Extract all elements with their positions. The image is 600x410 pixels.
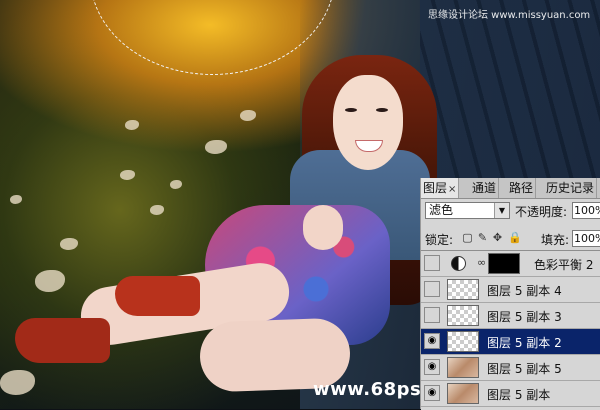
red-shoe: [115, 276, 200, 316]
marquee-selection[interactable]: [90, 0, 335, 75]
layer-row[interactable]: ◉ 图层 5 副本 5: [421, 355, 600, 381]
leaf: [150, 205, 164, 215]
leaf: [10, 195, 22, 204]
opacity-input[interactable]: 100%: [572, 202, 600, 219]
layer-row[interactable]: 图层 5 副本 3: [421, 303, 600, 329]
lock-label: 锁定:: [425, 233, 454, 247]
layer-mask-thumbnail[interactable]: [488, 253, 520, 274]
leaf: [0, 370, 35, 395]
adjustment-layer-icon: [451, 256, 466, 271]
layer-thumbnail: [447, 383, 479, 404]
visibility-toggle[interactable]: ◉: [424, 333, 440, 349]
lock-row: 锁定: ▢ ✎ ✥ 🔒 填充: 100%: [421, 228, 600, 248]
panel-tabs: 图层× 通道 路径 历史记录: [421, 178, 600, 199]
visibility-toggle[interactable]: [424, 281, 440, 297]
tab-paths[interactable]: 路径: [507, 178, 537, 198]
layers-panel: 图层× 通道 路径 历史记录 滤色 ▼ 不透明度: 100% 锁定: ▢ ✎ ✥…: [420, 178, 600, 410]
layer-name: 图层 5 副本 5: [487, 362, 562, 376]
visibility-toggle[interactable]: [424, 307, 440, 323]
layer-name: 图层 5 副本 4: [487, 284, 562, 298]
chevron-down-icon[interactable]: ▼: [494, 203, 509, 218]
leaf: [35, 270, 65, 292]
hand: [303, 205, 343, 250]
leaf: [125, 120, 139, 130]
tab-label: 历史记录: [546, 181, 595, 195]
red-shoe: [15, 318, 110, 363]
tab-label: 通道: [472, 181, 497, 195]
leaf: [205, 140, 227, 154]
chain-link-icon[interactable]: ∞: [477, 256, 486, 270]
fill-label: 填充:: [541, 233, 570, 247]
eye-icon: ◉: [427, 335, 437, 346]
left-eye: [345, 108, 357, 112]
visibility-toggle[interactable]: ◉: [424, 359, 440, 375]
lock-transparency-icon[interactable]: ▢: [462, 232, 473, 243]
layer-name: 色彩平衡 2: [534, 258, 594, 272]
fill-input[interactable]: 100%: [572, 230, 600, 247]
blend-row: 滤色 ▼ 不透明度: 100%: [421, 200, 600, 222]
layer-name: 图层 5 副本: [487, 388, 551, 402]
leaf: [120, 170, 135, 180]
visibility-toggle[interactable]: ◉: [424, 385, 440, 401]
lock-paint-icon[interactable]: ✎: [477, 232, 488, 243]
tab-label: 图层: [423, 181, 448, 195]
layer-name: 图层 5 副本 2: [487, 336, 562, 350]
tab-history[interactable]: 历史记录: [544, 178, 598, 198]
layers-list: ∞ 色彩平衡 2 图层 5 副本 4 图层 5 副本 3 ◉ 图层 5 副本 2…: [421, 250, 600, 410]
tab-channels[interactable]: 通道: [470, 178, 500, 198]
face: [333, 75, 403, 170]
layer-row[interactable]: 图层 5 副本 4: [421, 277, 600, 303]
close-icon[interactable]: ×: [448, 184, 456, 195]
eye-icon: ◉: [427, 387, 437, 398]
layer-row[interactable]: ◉ 图层 5 副本: [421, 381, 600, 407]
layer-thumbnail: [447, 279, 479, 300]
layer-row[interactable]: ∞ 色彩平衡 2: [421, 251, 600, 277]
leaf: [240, 110, 256, 121]
tab-label: 路径: [509, 181, 534, 195]
layer-row-selected[interactable]: ◉ 图层 5 副本 2: [421, 329, 600, 355]
blend-mode-value: 滤色: [429, 203, 454, 217]
layer-name: 图层 5 副本 3: [487, 310, 562, 324]
eye-icon: ◉: [427, 361, 437, 372]
tab-layers[interactable]: 图层×: [421, 178, 460, 198]
leaf: [170, 180, 182, 189]
opacity-label: 不透明度:: [515, 205, 568, 219]
lock-move-icon[interactable]: ✥: [492, 232, 503, 243]
layer-thumbnail: [447, 357, 479, 378]
leaf: [60, 238, 78, 250]
visibility-toggle[interactable]: [424, 255, 440, 271]
layer-thumbnail: [447, 331, 479, 352]
forum-watermark: 思缘设计论坛 www.missyuan.com: [428, 10, 591, 21]
blend-mode-select[interactable]: 滤色 ▼: [425, 202, 510, 219]
wooden-planks: [420, 0, 600, 200]
right-eye: [376, 108, 388, 112]
lock-all-icon[interactable]: 🔒: [508, 232, 522, 243]
layer-thumbnail: [447, 305, 479, 326]
